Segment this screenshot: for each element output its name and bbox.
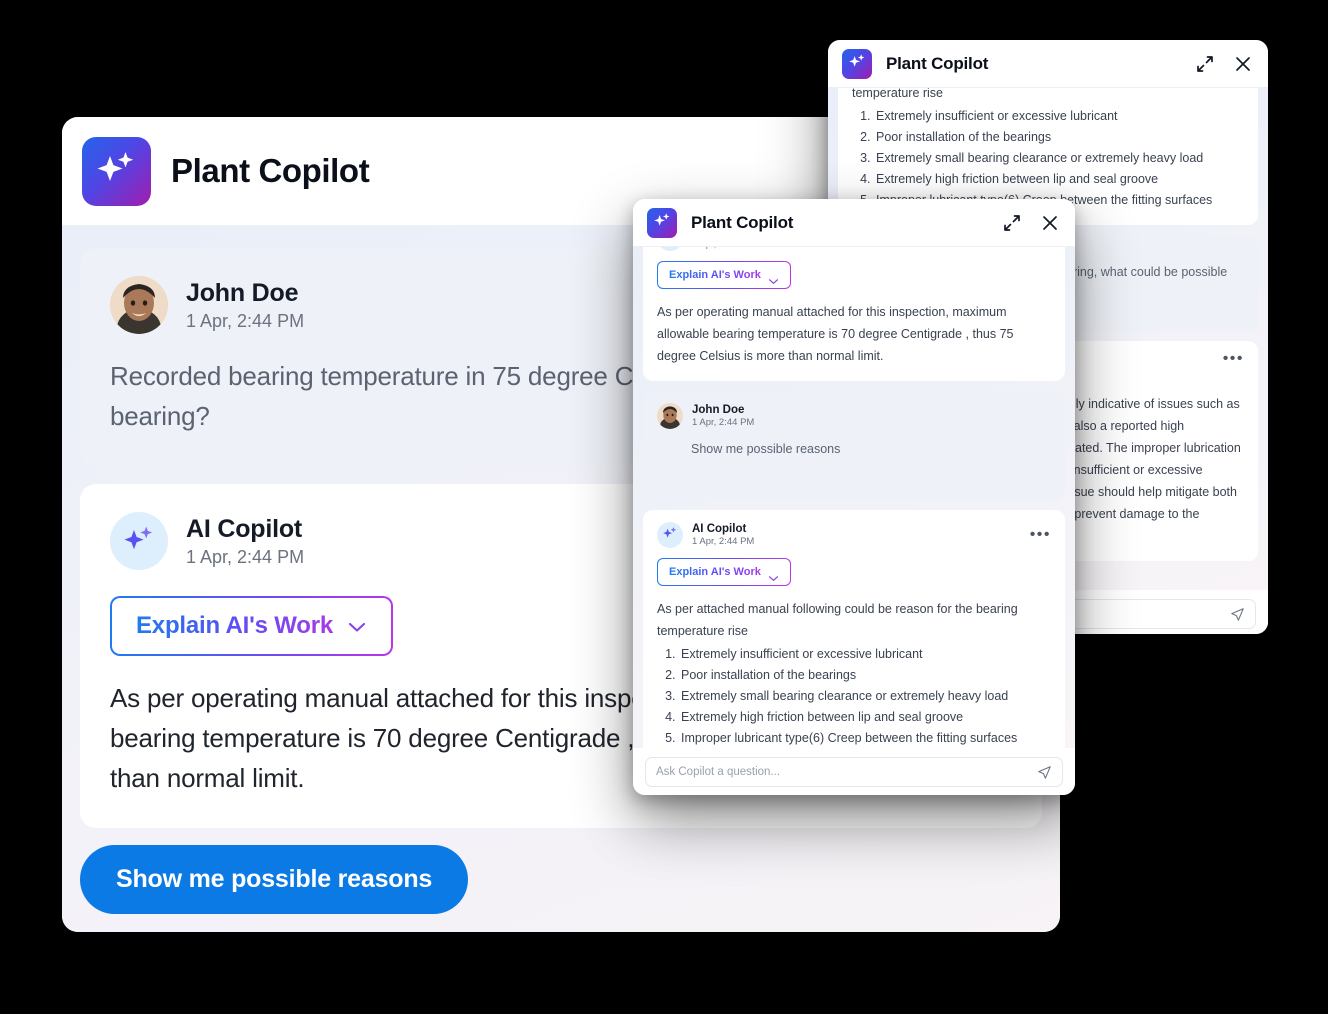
- page-title: Plant Copilot: [171, 152, 370, 189]
- message-body-text: As per operating manual attached for thi…: [657, 305, 1014, 363]
- list-item: Extremely insufficient or excessive lubr…: [874, 106, 1244, 127]
- panel-actions: [1001, 212, 1061, 234]
- chevron-down-icon: [768, 569, 779, 581]
- screenshot-stage: Plant Copilot John Doe 1 Apr, 2:44 PM Re…: [0, 0, 1328, 1014]
- message-meta: John Doe 1 Apr, 2:44 PM: [692, 404, 754, 428]
- app-logo-tile: [842, 48, 872, 79]
- list-item: Extremely high friction between lip and …: [874, 169, 1244, 190]
- reasons-list: Extremely insufficient or excessive lubr…: [874, 106, 1244, 211]
- scroll-content: AI Copilot 1 Apr, 2:44 PM ••• Explain AI…: [643, 247, 1065, 748]
- app-logo-tile: [82, 136, 151, 206]
- list-item: Poor installation of the bearings: [679, 665, 1051, 686]
- message-meta: AI Copilot 1 Apr, 2:44 PM: [692, 523, 754, 547]
- panel-header: Plant Copilot: [633, 199, 1075, 247]
- avatar: [110, 276, 168, 334]
- message-card-ai: AI Copilot 1 Apr, 2:44 PM ••• Explain AI…: [643, 510, 1065, 748]
- list-item: Extremely small bearing clearance or ext…: [874, 148, 1244, 169]
- message-author: John Doe: [692, 404, 745, 416]
- message-header: John Doe 1 Apr, 2:44 PM: [657, 403, 1051, 429]
- expand-arrows-icon[interactable]: [1001, 212, 1023, 234]
- message-author: John Doe: [186, 278, 299, 307]
- panel-actions: [1194, 53, 1254, 75]
- more-options-icon[interactable]: •••: [1223, 351, 1244, 367]
- sparkle-icon: [653, 211, 672, 235]
- explain-ai-work-label: Explain AI's Work: [669, 566, 761, 578]
- send-icon[interactable]: [1037, 765, 1052, 780]
- message-body-text: Show me possible reasons: [691, 442, 841, 456]
- list-item: Improper lubricant type(6) Creep between…: [679, 728, 1051, 748]
- message-timestamp: 1 Apr, 2:44 PM: [692, 417, 755, 428]
- suggestion-button[interactable]: Show me possible reasons: [80, 845, 469, 914]
- close-icon[interactable]: [1039, 212, 1061, 234]
- expand-arrows-icon[interactable]: [1194, 53, 1216, 75]
- sparkle-icon: [662, 247, 678, 249]
- message-header: AI Copilot 1 Apr, 2:44 PM •••: [657, 247, 1051, 251]
- close-icon[interactable]: [1232, 53, 1254, 75]
- sparkle-icon: [95, 147, 139, 196]
- panel-conversation-area: AI Copilot 1 Apr, 2:44 PM ••• Explain AI…: [633, 247, 1075, 748]
- more-options-icon[interactable]: •••: [1030, 527, 1051, 543]
- panel-title: Plant Copilot: [691, 212, 794, 232]
- explain-ai-work-label: Explain AI's Work: [136, 612, 334, 639]
- send-icon[interactable]: [1230, 607, 1245, 622]
- explain-ai-work-button[interactable]: Explain AI's Work: [657, 558, 791, 586]
- avatar: [110, 512, 168, 570]
- message-timestamp: 1 Apr, 2:44 PM: [692, 536, 755, 547]
- message-timestamp: 1 Apr, 2:44 PM: [186, 310, 305, 331]
- ask-copilot-input[interactable]: [656, 766, 1037, 778]
- ask-copilot-box[interactable]: [645, 757, 1063, 787]
- explain-ai-work-label: Explain AI's Work: [669, 269, 761, 281]
- message-meta: John Doe 1 Apr, 2:44 PM: [186, 279, 304, 332]
- panel-header: Plant Copilot: [828, 40, 1268, 88]
- message-card-user: John Doe 1 Apr, 2:44 PM Show me possible…: [643, 391, 1065, 500]
- message-author: AI Copilot: [692, 523, 747, 535]
- avatar: [657, 247, 683, 251]
- avatar: [657, 403, 683, 429]
- message-author: AI Copilot: [186, 514, 303, 543]
- app-logo-tile: [647, 207, 677, 238]
- list-item: Extremely insufficient or excessive lubr…: [679, 644, 1051, 665]
- message-meta: AI Copilot 1 Apr, 2:44 PM: [186, 515, 304, 568]
- list-item: Extremely high friction between lip and …: [679, 707, 1051, 728]
- sparkle-icon: [122, 522, 156, 561]
- message-timestamp: 1 Apr, 2:44 PM: [692, 247, 754, 250]
- message-body-text: As per attached manual following could b…: [852, 88, 944, 100]
- panel-composer: [633, 748, 1075, 795]
- list-item: Poor installation of the bearings: [874, 127, 1244, 148]
- message-header: AI Copilot 1 Apr, 2:44 PM •••: [657, 522, 1051, 548]
- list-item: Extremely small bearing clearance or ext…: [679, 686, 1051, 707]
- chevron-down-icon: [768, 272, 779, 284]
- message-body-text: As per attached manual following could b…: [657, 602, 1018, 638]
- chevron-down-icon: [347, 620, 367, 632]
- panel-title: Plant Copilot: [886, 53, 989, 73]
- reasons-list: Extremely insufficient or excessive lubr…: [679, 644, 1051, 748]
- mid-copilot-panel: Plant Copilot Explain AI's Work As per o…: [633, 199, 1075, 795]
- explain-ai-work-button[interactable]: Explain AI's Work: [110, 596, 393, 656]
- explain-ai-work-button[interactable]: Explain AI's Work: [657, 261, 791, 289]
- message-timestamp: 1 Apr, 2:44 PM: [186, 546, 305, 567]
- sparkle-icon: [848, 52, 867, 76]
- sparkle-icon: [662, 525, 678, 546]
- message-card-ai: AI Copilot 1 Apr, 2:44 PM ••• Explain AI…: [643, 247, 1065, 381]
- message-meta: AI Copilot 1 Apr, 2:44 PM: [692, 247, 754, 250]
- avatar: [657, 522, 683, 548]
